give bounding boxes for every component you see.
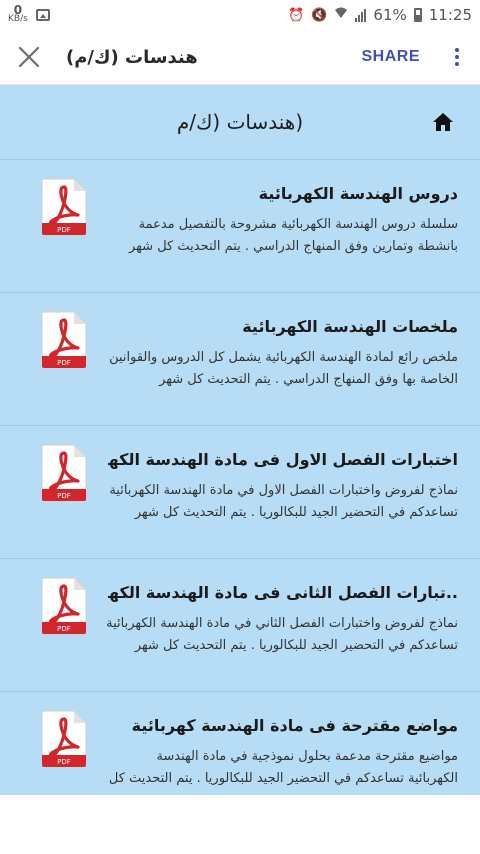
content-area: (هندسات (ك/م PDF دروس الهندسة الكهربائية…	[0, 85, 480, 795]
list-item[interactable]: PDF دروس الهندسة الكهربائية سلسلة دروس ا…	[0, 160, 480, 293]
bottom-area	[0, 795, 480, 854]
pdf-icon: PDF	[41, 178, 87, 236]
item-title: مواضع مقترحة فى مادة الهندسة كهربائية	[131, 716, 458, 735]
list-item[interactable]: PDF ملخصات الهندسة الكهربائية ملخص رائع …	[0, 293, 480, 426]
close-button[interactable]	[0, 30, 58, 85]
more-dot-icon	[455, 55, 459, 59]
clock: 11:25	[428, 6, 472, 24]
more-options-button[interactable]	[434, 30, 480, 85]
svg-text:PDF: PDF	[57, 226, 71, 234]
item-description: مواضيع مقترحة مدعمة بحلول نموذجية في ماد…	[108, 749, 458, 795]
network-speed-unit: KB/s	[8, 14, 28, 24]
item-list: PDF دروس الهندسة الكهربائية سلسلة دروس ا…	[0, 160, 480, 795]
page-title: (هندسات (ك/م	[176, 110, 304, 134]
item-description: سلسلة دروس الهندسة الكهربائية مشروحة بال…	[129, 217, 458, 254]
item-description: ملخص رائع لمادة الهندسة الكهربائية يشمل …	[109, 350, 458, 387]
item-title: ملخصات الهندسة الكهربائية	[242, 317, 458, 336]
more-dot-icon	[455, 48, 459, 52]
svg-text:PDF: PDF	[57, 758, 71, 766]
image-icon	[35, 9, 50, 21]
pdf-icon: PDF	[41, 577, 87, 635]
item-title: اختبارات الفصل الاول فى مادة الهندسة الك…	[108, 450, 458, 469]
pdf-icon: PDF	[41, 444, 87, 502]
pdf-icon: PDF	[41, 311, 87, 369]
share-button[interactable]: SHARE	[347, 48, 434, 66]
svg-text:PDF: PDF	[57, 492, 71, 500]
pdf-icon: PDF	[41, 710, 87, 768]
status-bar: 0 KB/s ⏰ 🔇 61% 11:25	[0, 0, 480, 30]
home-icon[interactable]	[432, 112, 454, 132]
mute-icon: 🔇	[311, 7, 328, 23]
svg-text:PDF: PDF	[57, 625, 71, 633]
signal-icon	[355, 8, 367, 22]
battery-percent: 61%	[373, 6, 407, 24]
battery-icon	[413, 8, 422, 22]
item-description: نماذج لفروض واختبارات الفصل الاول في ماد…	[109, 483, 458, 520]
item-description: نماذج لفروض واختبارات الفصل الثاني في ما…	[106, 616, 458, 653]
app-bar: هندسات (ك/م) SHARE	[0, 30, 480, 85]
page-header: (هندسات (ك/م	[0, 85, 480, 160]
app-title: هندسات (ك/م)	[66, 46, 198, 68]
svg-text:PDF: PDF	[57, 359, 71, 367]
list-item[interactable]: PDF اختبارات الفصل الاول فى مادة الهندسة…	[0, 426, 480, 559]
list-item[interactable]: PDF مواضع مقترحة فى مادة الهندسة كهربائي…	[0, 692, 480, 795]
item-title: دروس الهندسة الكهربائية	[258, 184, 458, 203]
close-icon	[18, 46, 40, 68]
wifi-icon	[334, 7, 348, 23]
network-speed: 0 KB/s	[8, 4, 28, 24]
item-title: ..تبارات الفصل الثانى فى مادة الهندسة ال…	[108, 583, 458, 602]
list-item[interactable]: PDF ..تبارات الفصل الثانى فى مادة الهندس…	[0, 559, 480, 692]
alarm-icon: ⏰	[288, 7, 305, 23]
more-dot-icon	[455, 62, 459, 66]
